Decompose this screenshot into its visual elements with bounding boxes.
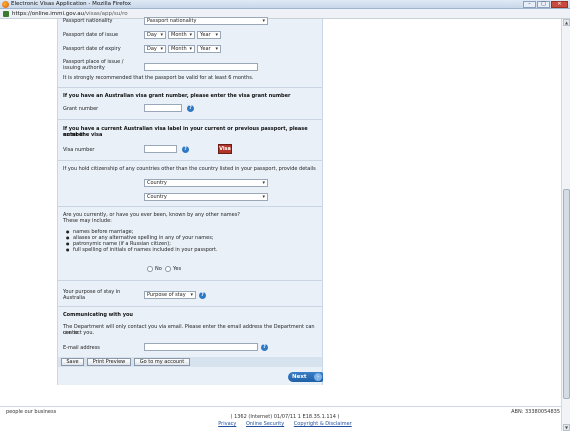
date-of-issue-label: Passport date of issue — [63, 32, 119, 38]
visa-number-label: Visa number — [63, 147, 95, 153]
next-button[interactable]: Next › — [288, 372, 323, 382]
visa-label-heading-1: If you have a current Australian visa la… — [63, 126, 308, 138]
email-help-icon[interactable]: ? — [261, 344, 268, 351]
issue-year-select[interactable]: Year — [197, 31, 221, 39]
visa-number-help-icon[interactable]: ? — [182, 146, 189, 153]
scrollbar-thumb[interactable] — [563, 189, 570, 399]
close-button[interactable]: ✕ — [551, 1, 568, 8]
purpose-of-stay-select[interactable]: Purpose of stay — [144, 291, 196, 299]
print-preview-button[interactable]: Print Preview — [87, 358, 131, 366]
divider — [58, 280, 322, 281]
communicating-text-2: contact you. — [63, 330, 95, 336]
place-of-issue-input[interactable] — [144, 63, 258, 71]
grant-number-input[interactable] — [144, 104, 182, 112]
expiry-year-select[interactable]: Year — [197, 45, 221, 53]
citizenship-text: If you hold citizenship of any countries… — [63, 166, 316, 172]
issue-day-select[interactable]: Day — [144, 31, 166, 39]
window-title: Electronic Visas Application - Mozilla F… — [11, 1, 131, 7]
yes-radio[interactable] — [165, 266, 171, 272]
online-security-link[interactable]: Online Security — [246, 421, 284, 427]
page-footer: people our business ABN: 33380054835 ( 1… — [0, 406, 570, 431]
email-label: E-mail address — [63, 345, 100, 351]
scroll-down-icon[interactable]: ▼ — [563, 424, 570, 431]
other-names-subtext: These may include: — [63, 218, 112, 224]
visa-label-heading-2: number — [63, 132, 85, 138]
yes-radio-label: Yes — [173, 266, 182, 272]
footer-links: Privacy Online Security Copyright & Disc… — [0, 421, 570, 427]
divider — [58, 119, 322, 120]
page-content: Passport nationality Passport nationalit… — [0, 17, 570, 431]
next-button-label: Next — [292, 374, 307, 380]
divider — [58, 206, 322, 207]
divider — [58, 306, 322, 307]
expiry-day-select[interactable]: Day — [144, 45, 166, 53]
communicating-heading: Communicating with you — [63, 312, 133, 318]
country-select-2[interactable]: Country — [144, 193, 268, 201]
vertical-scrollbar[interactable]: ▲ ▼ — [561, 19, 570, 431]
issue-month-select[interactable]: Month — [168, 31, 195, 39]
place-of-issue-label-2: issuing authority — [63, 65, 105, 71]
arrow-right-icon: › — [314, 373, 322, 381]
url-text[interactable]: https://online.immi.gov.au/visas/app/su/… — [12, 11, 128, 17]
passport-nationality-label: Passport nationality — [63, 18, 113, 24]
no-radio-label: No — [155, 266, 162, 272]
visa-label-image[interactable]: Visa — [218, 144, 232, 154]
action-button-bar: Save Print Preview Go to my account — [58, 357, 322, 367]
window-controls: – □ ✕ — [523, 1, 568, 8]
scroll-up-icon[interactable]: ▲ — [563, 19, 570, 26]
email-input[interactable] — [144, 343, 258, 351]
country-select-1[interactable]: Country — [144, 179, 268, 187]
visa-number-input[interactable] — [144, 145, 177, 153]
grant-number-heading: If you have an Australian visa grant num… — [63, 93, 291, 99]
passport-validity-note: It is strongly recommended that the pass… — [63, 75, 254, 81]
grant-number-help-icon[interactable]: ? — [187, 105, 194, 112]
url-host: https://online.immi.gov.au — [12, 11, 85, 17]
maximize-button[interactable]: □ — [537, 1, 550, 8]
url-path: /visas/app/su/ro — [84, 11, 128, 17]
copyright-disclaimer-link[interactable]: Copyright & Disclaimer — [294, 421, 352, 427]
save-button[interactable]: Save — [61, 358, 84, 366]
date-of-expiry-label: Passport date of expiry — [63, 46, 121, 52]
privacy-link[interactable]: Privacy — [218, 421, 236, 427]
footer-version: ( 1362 (Internet) 01/07/11 1 E18.35.1.11… — [230, 414, 340, 420]
browser-titlebar: Electronic Visas Application - Mozilla F… — [0, 0, 570, 9]
passport-nationality-select[interactable]: Passport nationality — [144, 17, 268, 25]
expiry-month-select[interactable]: Month — [168, 45, 195, 53]
purpose-of-stay-help-icon[interactable]: ? — [199, 292, 206, 299]
application-form: Passport nationality Passport nationalit… — [57, 17, 323, 385]
communicating-text-1: The Department will only contact you via… — [63, 324, 315, 336]
firefox-icon — [2, 1, 9, 8]
go-to-account-button[interactable]: Go to my account — [134, 358, 190, 366]
grant-number-label: Grant number — [63, 106, 99, 112]
divider — [58, 160, 322, 161]
bullet-item: full spelling of initials of names inclu… — [66, 247, 218, 253]
lock-icon — [3, 11, 9, 17]
divider — [58, 87, 322, 88]
minimize-button[interactable]: – — [523, 1, 536, 8]
purpose-of-stay-label-2: Australia — [63, 295, 86, 301]
no-radio[interactable] — [147, 266, 153, 272]
